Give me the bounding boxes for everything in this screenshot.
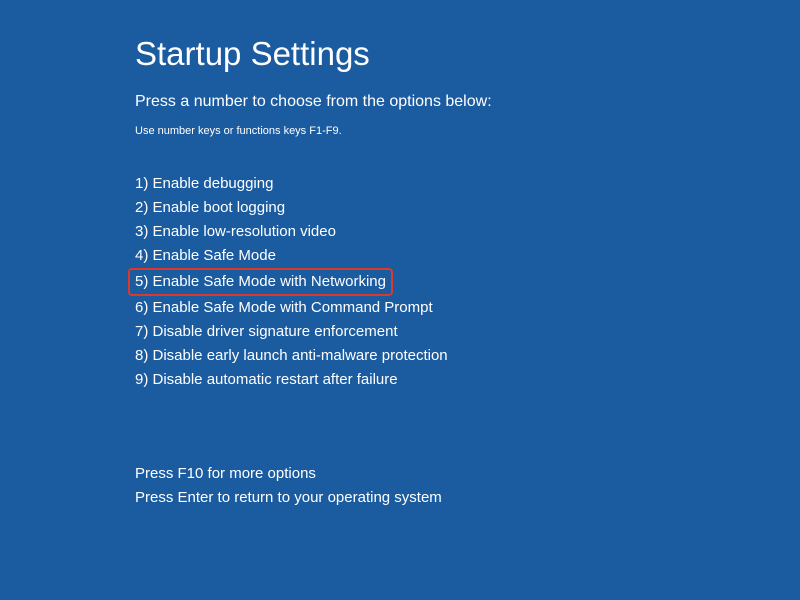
startup-settings-screen: Startup Settings Press a number to choos… bbox=[0, 0, 800, 510]
option-4-safe-mode[interactable]: 4) Enable Safe Mode bbox=[135, 244, 276, 268]
footer-enter: Press Enter to return to your operating … bbox=[135, 486, 800, 510]
options-list: 1) Enable debugging 2) Enable boot loggi… bbox=[135, 172, 800, 392]
option-8-disable-anti-malware[interactable]: 8) Disable early launch anti-malware pro… bbox=[135, 344, 448, 368]
hint-text: Use number keys or functions keys F1-F9. bbox=[135, 125, 800, 137]
option-6-safe-mode-command-prompt[interactable]: 6) Enable Safe Mode with Command Prompt bbox=[135, 296, 433, 320]
option-2-boot-logging[interactable]: 2) Enable boot logging bbox=[135, 196, 285, 220]
page-title: Startup Settings bbox=[135, 35, 800, 73]
option-5-safe-mode-networking[interactable]: 5) Enable Safe Mode with Networking bbox=[128, 268, 393, 296]
footer-f10: Press F10 for more options bbox=[135, 462, 800, 486]
option-7-disable-driver-signature[interactable]: 7) Disable driver signature enforcement bbox=[135, 320, 398, 344]
subtitle: Press a number to choose from the option… bbox=[135, 93, 800, 111]
option-9-disable-auto-restart[interactable]: 9) Disable automatic restart after failu… bbox=[135, 368, 398, 392]
option-3-low-resolution[interactable]: 3) Enable low-resolution video bbox=[135, 220, 336, 244]
option-1-debugging[interactable]: 1) Enable debugging bbox=[135, 172, 273, 196]
